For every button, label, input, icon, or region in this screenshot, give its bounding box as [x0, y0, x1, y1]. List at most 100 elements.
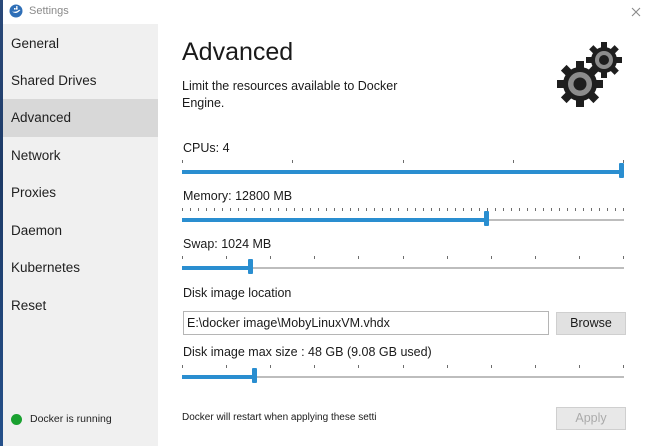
memory-label: Memory: 12800 MB [183, 189, 293, 203]
slider-tick [615, 208, 616, 211]
sidebar: General Shared Drives Advanced Network P… [3, 24, 158, 446]
slider-tick [575, 208, 576, 211]
cpus-label: CPUs: 4 [183, 141, 230, 155]
slider-tick [567, 208, 568, 211]
slider-tick [527, 208, 528, 211]
sidebar-item-general[interactable]: General [3, 25, 158, 63]
slider-tick [318, 208, 319, 211]
slider-tick [513, 160, 514, 163]
sidebar-item-network[interactable]: Network [3, 137, 158, 175]
slider-tick [535, 365, 536, 368]
slider-tick [551, 208, 552, 211]
sidebar-item-shared-drives[interactable]: Shared Drives [3, 62, 158, 100]
slider-tick [342, 208, 343, 211]
slider-thumb[interactable] [484, 211, 489, 226]
page-title: Advanced [182, 38, 294, 66]
slider-tick [583, 208, 584, 211]
slider-fill [182, 218, 486, 222]
docker-status: Docker is running [11, 411, 112, 427]
slider-tick [182, 256, 183, 259]
slider-tick [182, 208, 183, 211]
slider-tick [495, 208, 496, 211]
slider-tick [226, 365, 227, 368]
sidebar-item-daemon[interactable]: Daemon [3, 212, 158, 250]
slider-tick [246, 208, 247, 211]
cpus-slider[interactable] [182, 160, 624, 180]
slider-tick [278, 208, 279, 211]
status-text: Docker is running [30, 413, 112, 425]
slider-tick [559, 208, 560, 211]
slider-fill [182, 170, 621, 174]
slider-tick [623, 208, 624, 211]
sidebar-item-reset[interactable]: Reset [3, 287, 158, 325]
disk-size-label: Disk image max size : 48 GB (9.08 GB use… [183, 345, 432, 359]
slider-fill [182, 266, 250, 270]
slider-tick [182, 365, 183, 368]
slider-tick [599, 208, 600, 211]
close-button[interactable] [626, 2, 646, 22]
slider-tick [439, 208, 440, 211]
slider-tick [407, 208, 408, 211]
slider-tick [270, 365, 271, 368]
sidebar-item-advanced[interactable]: Advanced [3, 99, 158, 137]
slider-tick [479, 208, 480, 211]
slider-tick [292, 160, 293, 163]
slider-tick [286, 208, 287, 211]
slider-thumb[interactable] [252, 368, 257, 383]
sidebar-item-kubernetes[interactable]: Kubernetes [3, 249, 158, 287]
slider-tick [403, 365, 404, 368]
slider-tick [314, 256, 315, 259]
slider-tick [222, 208, 223, 211]
slider-fill [182, 375, 254, 379]
browse-button[interactable]: Browse [556, 312, 626, 335]
slider-tick [535, 208, 536, 211]
status-indicator-icon [11, 413, 22, 425]
apply-button[interactable]: Apply [556, 407, 626, 430]
slider-tick [190, 208, 191, 211]
slider-tick [270, 256, 271, 259]
slider-tick [310, 208, 311, 211]
slider-tick [366, 208, 367, 211]
slider-tick [358, 208, 359, 211]
slider-tick [238, 208, 239, 211]
slider-thumb[interactable] [619, 163, 624, 178]
slider-tick [591, 208, 592, 211]
window-title: Settings [29, 5, 69, 17]
docker-whale-icon [9, 4, 23, 18]
memory-slider[interactable] [182, 208, 624, 228]
slider-tick [358, 256, 359, 259]
sidebar-item-proxies[interactable]: Proxies [3, 174, 158, 212]
swap-slider[interactable] [182, 256, 624, 276]
slider-tick [382, 208, 383, 211]
close-icon [631, 7, 641, 17]
restart-note: Docker will restart when applying these … [182, 412, 377, 423]
slider-tick [423, 208, 424, 211]
slider-tick [350, 208, 351, 211]
slider-tick [334, 208, 335, 211]
slider-tick [182, 160, 183, 163]
disk-location-input[interactable] [183, 311, 549, 335]
gears-icon [557, 42, 622, 107]
slider-tick [374, 208, 375, 211]
slider-tick [431, 208, 432, 211]
slider-tick [607, 208, 608, 211]
slider-thumb[interactable] [248, 259, 253, 274]
slider-tick [623, 160, 624, 163]
slider-tick [398, 208, 399, 211]
slider-tick [390, 208, 391, 211]
disk-location-label: Disk image location [183, 286, 292, 300]
title-bar: Settings [3, 0, 650, 24]
slider-tick [579, 365, 580, 368]
slider-tick [463, 208, 464, 211]
slider-tick [623, 365, 624, 368]
slider-tick [519, 208, 520, 211]
slider-tick [511, 208, 512, 211]
slider-tick [358, 365, 359, 368]
slider-tick [262, 208, 263, 211]
slider-tick [226, 256, 227, 259]
disk-size-slider[interactable] [182, 365, 624, 385]
slider-tick [198, 208, 199, 211]
slider-tick [455, 208, 456, 211]
slider-tick [503, 208, 504, 211]
slider-tick [206, 208, 207, 211]
